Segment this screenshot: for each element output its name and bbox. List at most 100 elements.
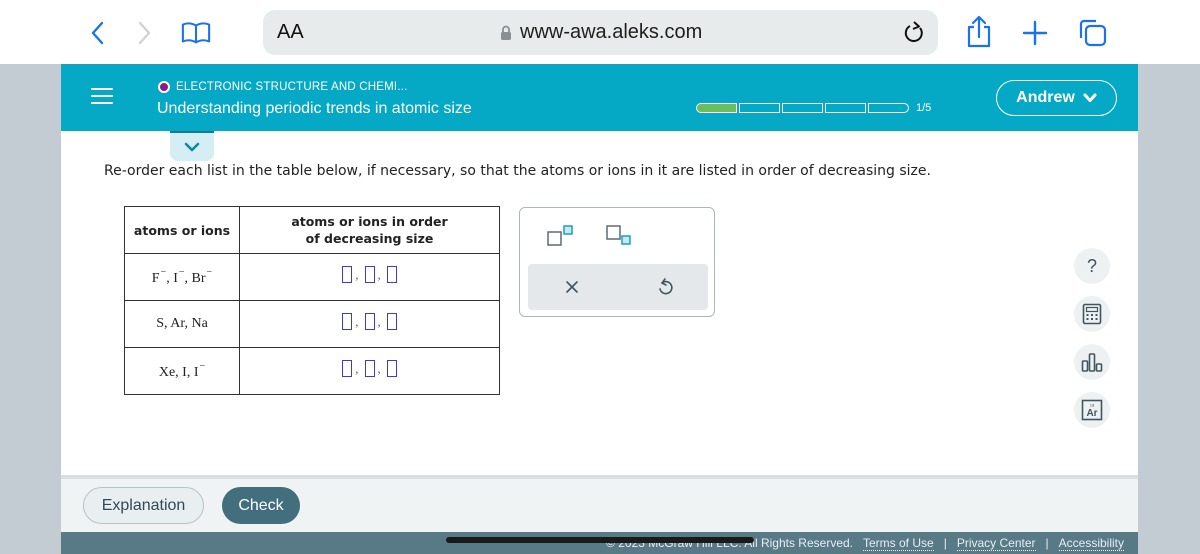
column-header-atoms: atoms or ions [124, 206, 240, 254]
answer-input[interactable] [342, 313, 353, 330]
reload-icon [904, 21, 923, 43]
data-chart-button[interactable] [1074, 344, 1110, 380]
reload-button[interactable] [902, 20, 926, 51]
menu-icon-line [91, 95, 113, 97]
forward-button[interactable] [130, 18, 160, 48]
column-header-line: atoms or ions in order [291, 214, 448, 229]
progress-segment [739, 103, 780, 113]
progress-segment [782, 103, 823, 113]
share-icon [967, 15, 991, 48]
answer-input[interactable] [386, 313, 397, 330]
species: I [193, 365, 199, 380]
accessibility-link[interactable]: Accessibility [1058, 536, 1124, 551]
back-icon [91, 21, 104, 45]
table-row: Xe, I, I− , , [124, 347, 500, 395]
clear-button[interactable] [561, 276, 583, 298]
help-icon: ? [1086, 255, 1097, 276]
back-button[interactable] [82, 18, 112, 48]
topic-breadcrumb: ELECTRONIC STRUCTURE AND CHEMI... [158, 81, 408, 93]
charge: − [178, 267, 185, 278]
privacy-center-link[interactable]: Privacy Center [956, 536, 1036, 551]
address-bar[interactable]: AA www-awa.aleks.com [263, 10, 938, 55]
copyright-bar: © 2023 McGraw Hill LLC. All Rights Reser… [61, 532, 1138, 554]
bookmarks-icon [181, 22, 211, 44]
home-indicator[interactable] [446, 537, 754, 543]
menu-icon-line [91, 102, 113, 104]
answer-input[interactable] [364, 360, 375, 377]
species-list: S, Ar, Na [124, 300, 240, 348]
answer-input[interactable] [364, 313, 375, 330]
answer-table: atoms or ions atoms or ions in order of … [124, 206, 500, 395]
topic-status-icon [158, 81, 170, 93]
calculator-button[interactable] [1074, 296, 1110, 332]
bar-chart-icon [1081, 353, 1103, 372]
table-row: S, Ar, Na , , [124, 300, 500, 348]
species: F [151, 271, 160, 286]
input-palette [519, 207, 715, 317]
charge: − [199, 361, 206, 372]
subscript-icon [606, 225, 631, 245]
lock-icon [501, 25, 511, 40]
answer-cell: , , [239, 300, 500, 348]
answer-cell: , , [239, 347, 500, 395]
side-tools: ? Ar 18 [1074, 248, 1114, 440]
species: Na [191, 316, 208, 331]
bookmarks-button[interactable] [181, 18, 211, 48]
chevron-down-icon [184, 142, 200, 152]
species: S [156, 316, 164, 331]
calculator-icon [1082, 303, 1102, 325]
menu-icon-line [91, 88, 113, 90]
chevron-down-icon [1083, 93, 1097, 102]
species-list: F−, I−, Br− [124, 253, 240, 301]
periodic-table-icon: Ar18 [1081, 399, 1103, 421]
column-header-order: atoms or ions in order of decreasing siz… [239, 206, 500, 254]
progress-segment-filled [696, 103, 737, 113]
progress-count: 1/5 [916, 102, 932, 114]
progress-bar: 1/5 [696, 102, 931, 114]
answer-input[interactable] [342, 266, 353, 283]
species: Xe [158, 365, 176, 380]
species: I [173, 271, 178, 286]
svg-text:18: 18 [1090, 403, 1095, 408]
charge: − [160, 267, 167, 278]
help-button[interactable]: ? [1074, 248, 1110, 284]
aleks-app: ELECTRONIC STRUCTURE AND CHEMI... Unders… [61, 66, 1138, 554]
check-button[interactable]: Check [222, 487, 300, 524]
answer-input[interactable] [342, 360, 353, 377]
superscript-icon [547, 225, 573, 246]
tabs-overview-button[interactable] [1077, 18, 1107, 48]
table-row: F−, I−, Br− , , [124, 253, 500, 301]
progress-segment [868, 103, 909, 113]
undo-button[interactable] [654, 276, 676, 298]
separator: | [943, 536, 947, 550]
url-display[interactable]: www-awa.aleks.com [500, 21, 702, 44]
separator: | [1045, 536, 1049, 550]
subscript-button[interactable] [605, 224, 635, 248]
periodic-table-button[interactable]: Ar 18 [1074, 392, 1110, 428]
forward-icon [138, 21, 151, 45]
answer-input[interactable] [386, 360, 397, 377]
answer-cell: , , [239, 253, 500, 301]
palette-actions [528, 264, 708, 310]
species: Br [191, 271, 206, 286]
terms-of-use-link[interactable]: Terms of Use [863, 536, 934, 551]
browser-toolbar: AA www-awa.aleks.com [0, 0, 1200, 64]
progress-segment [825, 103, 866, 113]
user-menu-button[interactable]: Andrew [996, 80, 1117, 116]
answer-input[interactable] [364, 266, 375, 283]
species-list: Xe, I, I− [124, 347, 240, 395]
superscript-button[interactable] [546, 224, 576, 248]
expand-header-button[interactable] [170, 131, 214, 161]
topic-name: ELECTRONIC STRUCTURE AND CHEMI... [176, 81, 408, 93]
undo-icon [659, 278, 673, 295]
tabs-icon [1079, 19, 1107, 47]
answer-input[interactable] [386, 266, 397, 283]
new-tab-button[interactable] [1020, 18, 1050, 48]
explanation-button[interactable]: Explanation [83, 487, 204, 524]
action-footer: Explanation Check [61, 479, 1138, 532]
text-size-button[interactable]: AA [277, 21, 304, 44]
menu-button[interactable] [91, 88, 113, 106]
share-button[interactable] [964, 14, 994, 50]
close-icon [566, 281, 578, 293]
user-name: Andrew [1016, 89, 1075, 106]
